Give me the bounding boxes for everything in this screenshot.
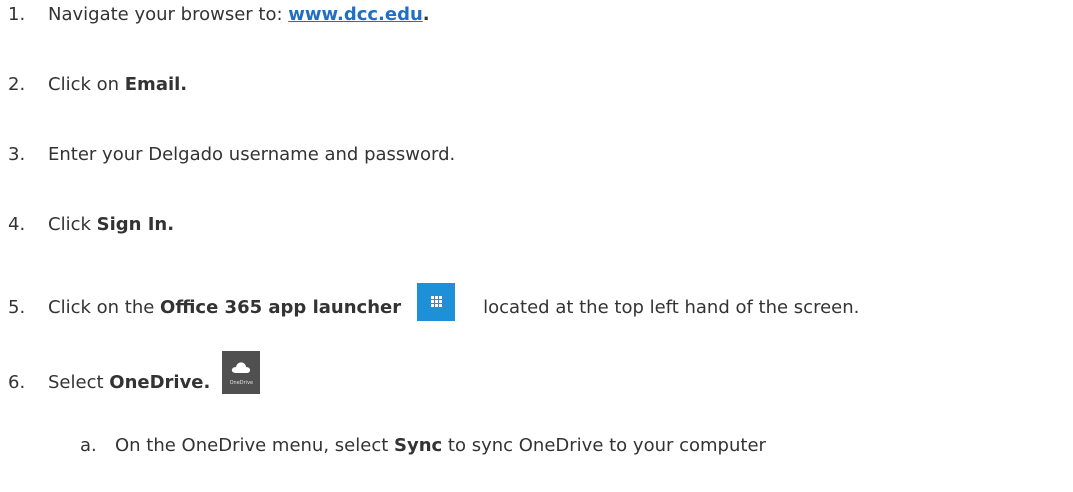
app-launcher-icon (417, 283, 456, 321)
step-number: 3. (8, 144, 26, 165)
step-text: Select (48, 372, 110, 393)
step-text: Click on (48, 74, 125, 95)
step-bold-text: Sign In. (96, 214, 175, 235)
step-6: 6. Select OneDrive. OneDrive (8, 351, 261, 395)
step-5: 5. Click on the Office 365 app launcher lo… (8, 283, 859, 321)
step-2: 2. Click on Email. (8, 73, 187, 97)
step-4: 4. Click Sign In. (8, 213, 174, 237)
step-number: 6. (8, 372, 26, 393)
step-text: Enter your Delgado username and password… (48, 144, 456, 165)
step-punctuation: . (422, 4, 430, 25)
step-number: 1. (8, 4, 26, 25)
step-3: 3. Enter your Delgado username and passwo… (8, 143, 455, 167)
step-text: Navigate your browser to: (48, 4, 289, 25)
onedrive-tile-label: OneDrive (229, 380, 254, 386)
substep-a: a. On the OneDrive menu, select Sync to s… (80, 434, 766, 458)
step-text: Click on the (48, 297, 161, 318)
step-number: 2. (8, 74, 26, 95)
step-bold-text: OneDrive. (109, 372, 211, 393)
substep-bold-text: Sync (394, 435, 443, 456)
substep-text-after: to sync OneDrive to your computer (442, 435, 766, 456)
step-text: Click (48, 214, 97, 235)
step-text-after: located at the top left hand of the scre… (483, 297, 860, 318)
step-bold-text: Office 365 app launcher (160, 297, 402, 318)
dcc-website-link[interactable]: www.dcc.edu (288, 4, 423, 25)
substep-letter: a. (80, 435, 97, 456)
step-bold-text: Email. (124, 74, 188, 95)
step-number: 5. (8, 297, 26, 318)
onedrive-tile-icon: OneDrive (222, 351, 261, 394)
cloud-icon (232, 362, 251, 373)
step-number: 4. (8, 214, 26, 235)
step-1: 1. Navigate your browser to: www.dcc.edu. (8, 3, 430, 27)
substep-text: On the OneDrive menu, select (115, 435, 394, 456)
